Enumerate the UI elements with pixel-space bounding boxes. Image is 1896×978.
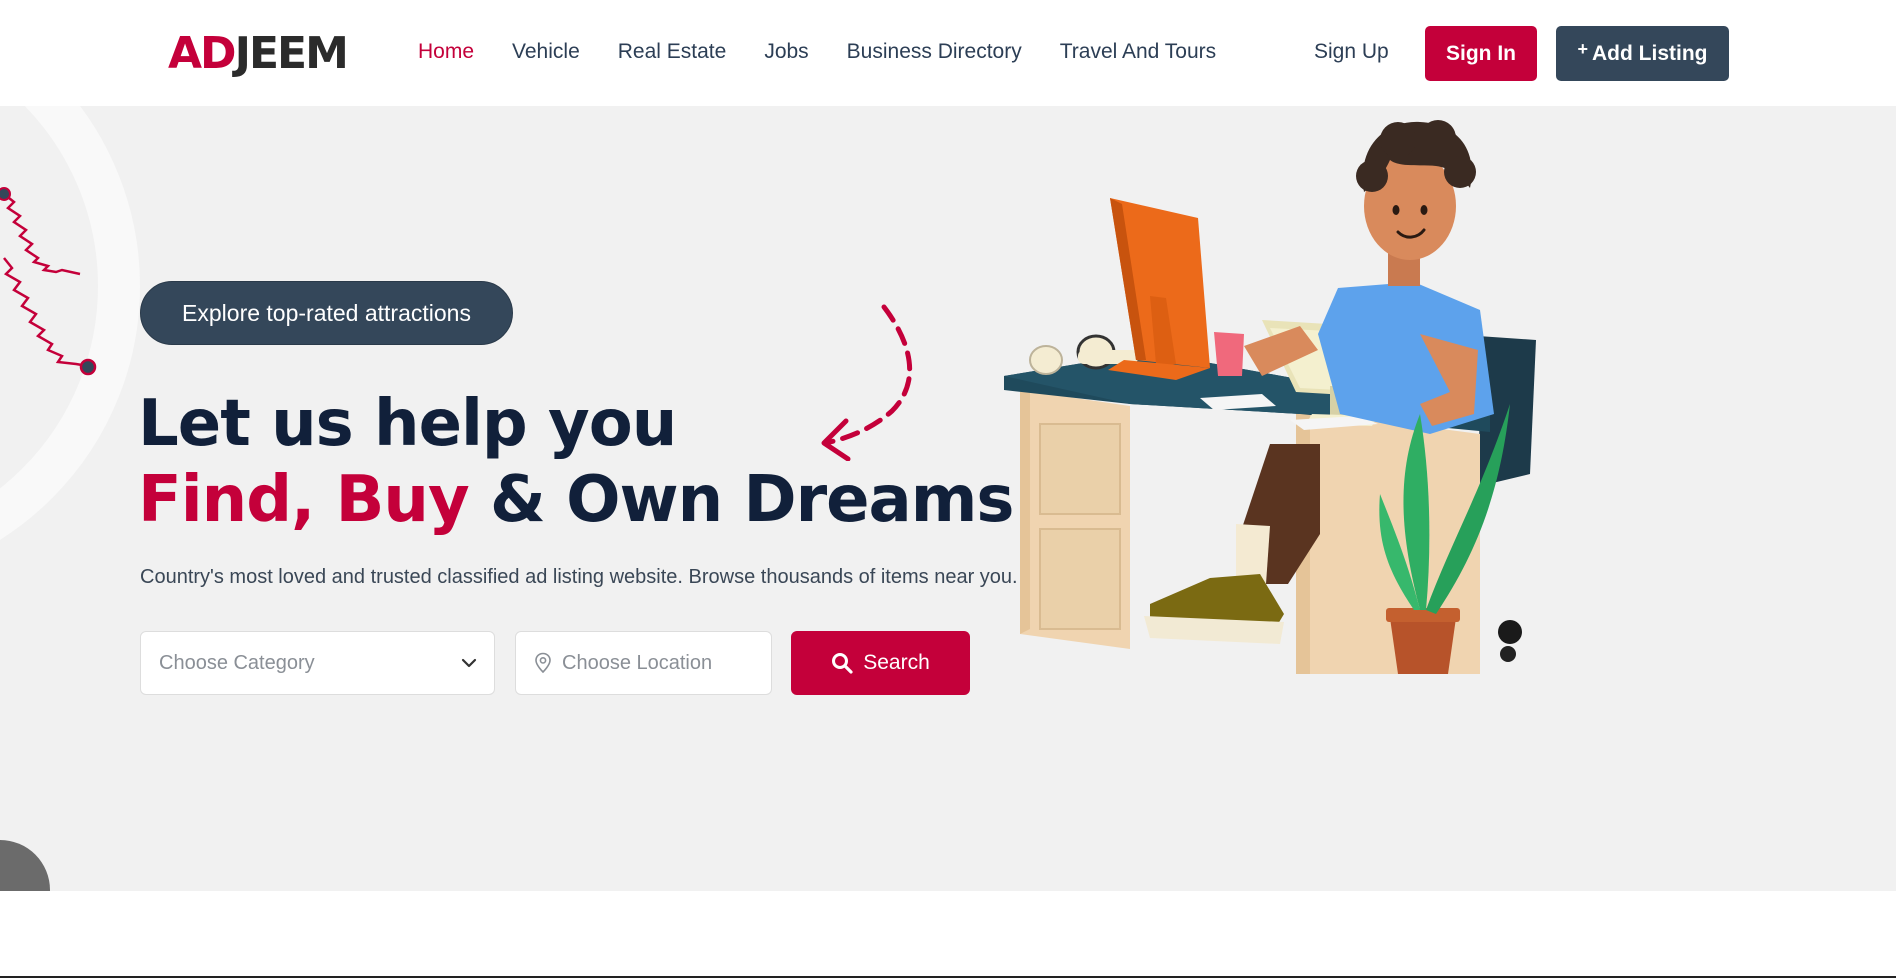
headline-line-1: Let us help you [138, 387, 677, 461]
search-icon [832, 653, 853, 674]
nav-item-vehicle[interactable]: Vehicle [512, 40, 580, 64]
logo-jeem-text: JEEM [234, 27, 349, 79]
sign-up-link[interactable]: Sign Up [1314, 40, 1389, 64]
search-button-label: Search [863, 651, 930, 674]
location-input[interactable] [562, 651, 752, 675]
category-select[interactable]: Choose Category [140, 631, 495, 695]
decorative-zigzag-line-icon [3, 257, 97, 376]
explore-pill-badge[interactable]: Explore top-rated attractions [140, 281, 513, 345]
logo-ad-text: AD [168, 27, 237, 79]
add-listing-button[interactable]: + Add Listing [1556, 26, 1729, 81]
nav-item-home[interactable]: Home [418, 40, 474, 64]
nav-item-jobs[interactable]: Jobs [764, 40, 808, 64]
decorative-ball [0, 840, 50, 891]
location-field[interactable] [515, 631, 772, 695]
person-at-desk-illustration [1004, 120, 1536, 674]
add-listing-label: Add Listing [1592, 41, 1708, 65]
nav-item-real-estate[interactable]: Real Estate [618, 40, 727, 64]
brand-logo[interactable]: AD JEEM [168, 27, 349, 79]
nav-item-travel-and-tours[interactable]: Travel And Tours [1060, 40, 1216, 64]
hero-section: Explore top-rated attractions Let us hel… [0, 106, 1896, 891]
chevron-down-icon [461, 658, 477, 668]
category-select-placeholder: Choose Category [159, 651, 315, 674]
sign-in-button[interactable]: Sign In [1425, 26, 1537, 81]
main-nav: Home Vehicle Real Estate Jobs Business D… [418, 40, 1216, 64]
site-header: AD JEEM Home Vehicle Real Estate Jobs Bus… [0, 0, 1896, 106]
headline-buy: Buy [335, 463, 470, 537]
plus-icon: + [1577, 39, 1589, 59]
hero-subtext: Country's most loved and trusted classif… [140, 566, 1018, 588]
dashed-arrow-icon [821, 304, 913, 461]
search-button[interactable]: Search [791, 631, 970, 695]
headline-rest: & Own Dreams [489, 463, 1015, 537]
headline-find: Find, [138, 463, 315, 537]
nav-item-business-directory[interactable]: Business Directory [847, 40, 1022, 64]
map-pin-icon [535, 652, 551, 674]
